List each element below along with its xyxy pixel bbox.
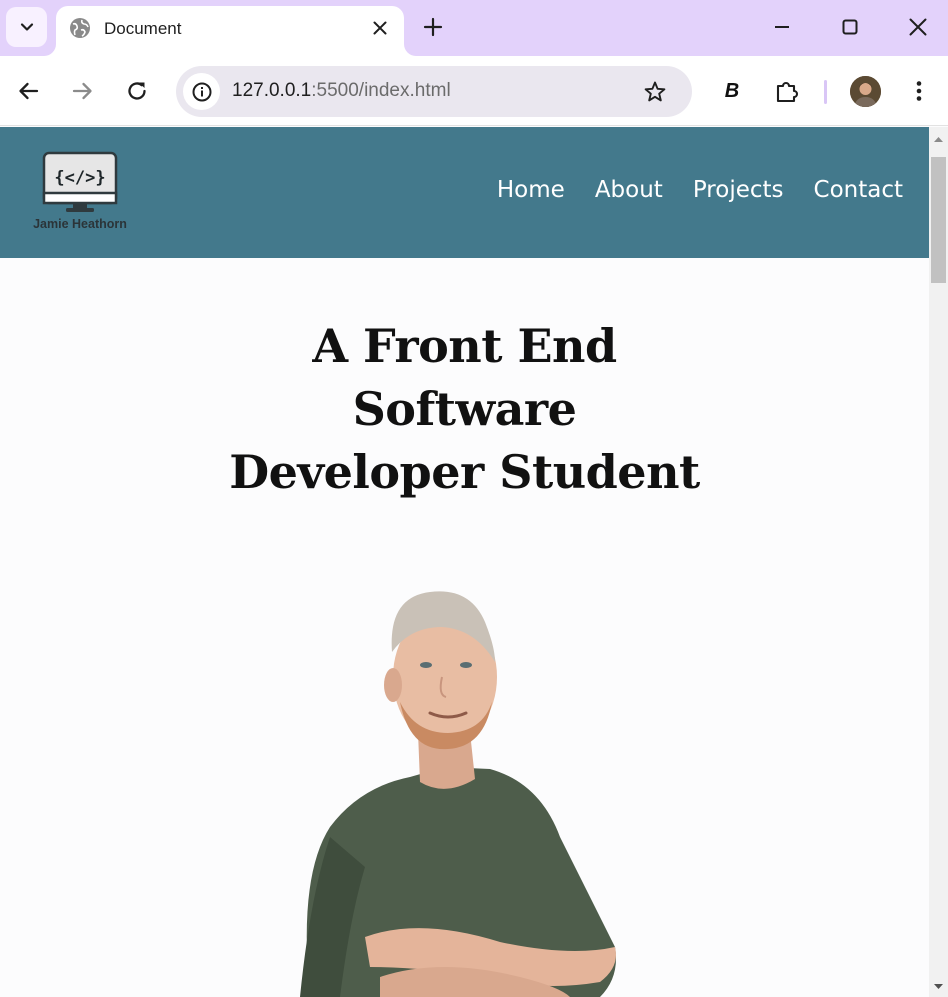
back-arrow-icon[interactable] [15, 77, 43, 105]
toolbar-divider [824, 80, 827, 104]
site-logo[interactable]: {</>} Jamie Heathorn [28, 149, 132, 235]
main-nav: Home About Projects Contact [497, 177, 903, 203]
page-viewport: {</>} Jamie Heathorn Home About Projects… [0, 127, 929, 997]
profile-avatar[interactable] [850, 76, 881, 107]
profile-photo-icon [850, 76, 881, 107]
close-icon[interactable] [370, 18, 390, 38]
reload-icon[interactable] [123, 77, 151, 105]
address-bar[interactable]: 127.0.0.1:5500/index.html [176, 66, 692, 117]
page-scrollbar[interactable] [929, 127, 948, 997]
window-close-icon[interactable] [904, 13, 932, 41]
hero-title-line: Software [352, 382, 577, 436]
info-icon [192, 82, 211, 101]
extension-b-icon[interactable]: B [718, 77, 746, 105]
minimize-icon[interactable] [768, 13, 796, 41]
logo-code-text: {</>} [54, 168, 105, 188]
site-info-button[interactable] [183, 73, 220, 110]
site-header: {</>} Jamie Heathorn Home About Projects… [0, 127, 929, 258]
logo-name: Jamie Heathorn [33, 217, 127, 231]
browser-toolbar: 127.0.0.1:5500/index.html B [0, 56, 948, 126]
globe-icon [70, 18, 90, 38]
url-host: 127.0.0.1 [232, 80, 312, 101]
tab-strip: Document [0, 0, 948, 56]
more-menu-icon[interactable] [905, 77, 933, 105]
maximize-icon[interactable] [836, 13, 864, 41]
monitor-code-icon: {</>} [42, 151, 118, 212]
hero-title-line: A Front End [312, 319, 617, 373]
browser-tab[interactable]: Document [56, 6, 404, 56]
nav-about[interactable]: About [595, 177, 663, 203]
new-tab-plus-icon[interactable] [421, 15, 445, 39]
nav-contact[interactable]: Contact [814, 177, 903, 203]
bookmark-star-icon[interactable] [642, 79, 668, 105]
forward-arrow-icon[interactable] [68, 77, 96, 105]
hero-title-line: Developer Student [229, 445, 700, 499]
url-path: :5500/index.html [311, 80, 451, 101]
nav-home[interactable]: Home [497, 177, 565, 203]
scroll-up-arrow-icon[interactable] [929, 131, 948, 147]
nav-projects[interactable]: Projects [693, 177, 784, 203]
tab-title: Document [104, 19, 182, 38]
profile-portrait-image [300, 591, 616, 997]
extensions-puzzle-icon[interactable] [773, 77, 801, 105]
scroll-down-arrow-icon[interactable] [929, 979, 948, 995]
url-text[interactable]: 127.0.0.1:5500/index.html [232, 80, 451, 102]
chevron-down-icon [20, 23, 33, 31]
tab-search-button[interactable] [6, 7, 47, 47]
scrollbar-thumb[interactable] [931, 157, 946, 283]
hero-title: A Front End Software Developer Student [0, 315, 929, 504]
